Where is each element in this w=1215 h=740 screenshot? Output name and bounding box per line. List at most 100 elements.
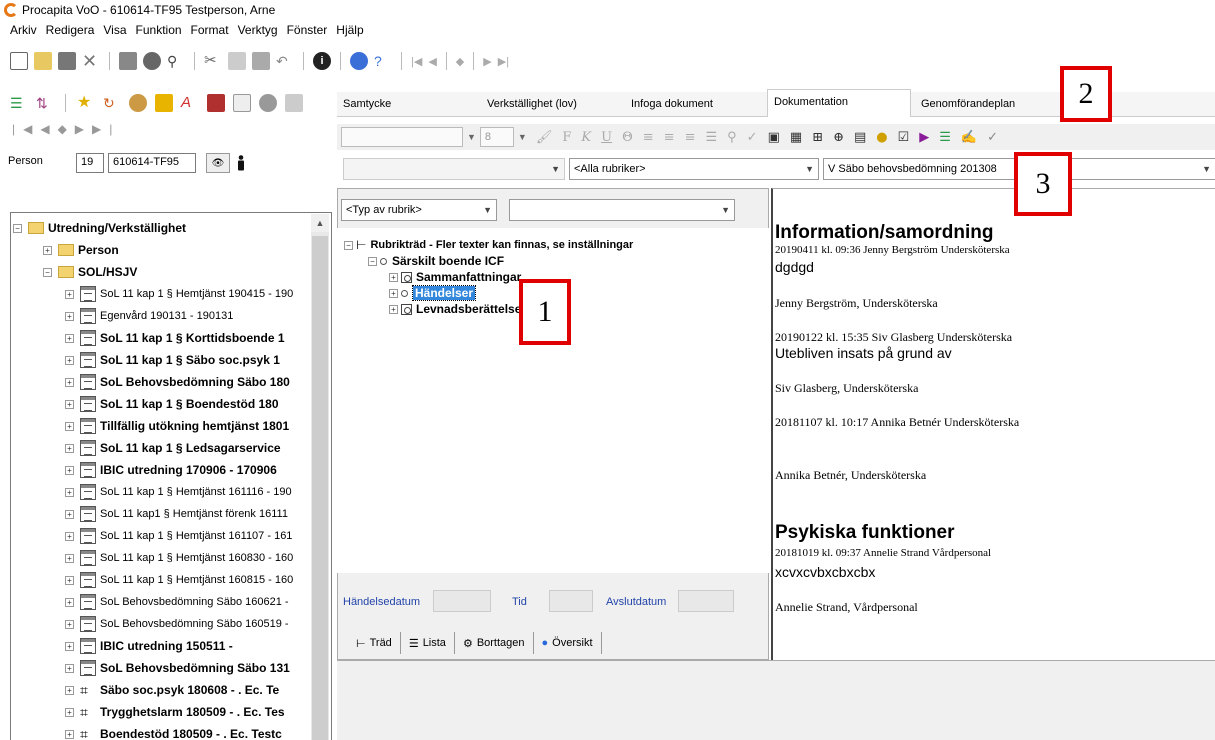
tree-item[interactable]: + Tillfällig utökning hemtjänst 1801 bbox=[65, 415, 289, 437]
delete-icon[interactable]: ✕ bbox=[82, 52, 100, 70]
info-icon[interactable]: i bbox=[313, 52, 331, 70]
menu-visa[interactable]: Visa bbox=[103, 23, 126, 37]
collapse-icon[interactable]: − bbox=[344, 240, 353, 250]
add-row-icon[interactable]: ☰ bbox=[939, 130, 951, 145]
tree-item[interactable]: + SoL 11 kap 1 § Hemtjänst 161116 - 190 bbox=[65, 481, 292, 503]
scroll-up-icon[interactable]: ▲ bbox=[311, 214, 329, 232]
menu-verktyg[interactable]: Verktyg bbox=[238, 23, 278, 37]
tree-person[interactable]: + Person bbox=[43, 239, 119, 261]
cut-icon[interactable]: ✂ bbox=[204, 52, 222, 70]
collapse-icon[interactable]: − bbox=[13, 223, 22, 233]
add-list-icon[interactable]: ☰ bbox=[10, 94, 28, 112]
tab-genomforandeplan[interactable]: Genomförandeplan bbox=[915, 92, 1055, 117]
tab-samtycke[interactable]: Samtycke bbox=[337, 92, 477, 117]
next-record-icon[interactable]: ▶ bbox=[483, 55, 491, 68]
menu-arkiv[interactable]: Arkiv bbox=[10, 23, 37, 37]
expand-icon[interactable]: + bbox=[65, 289, 74, 299]
first-record-icon[interactable]: |◀ bbox=[411, 55, 422, 68]
new-document-icon[interactable] bbox=[10, 52, 28, 70]
tree-item[interactable]: + SoL Behovsbedömning Säbo 131 bbox=[65, 657, 290, 679]
end-date-field[interactable] bbox=[678, 590, 734, 612]
tree-item[interactable]: + ⌗ Säbo soc.psyk 180608 - . Ec. Te bbox=[65, 679, 279, 701]
tree-item[interactable]: + ⌗ Boendestöd 180509 - . Ec. Testc bbox=[65, 723, 282, 740]
expand-icon[interactable]: + bbox=[65, 729, 74, 739]
tree-item[interactable]: + SoL Behovsbedömning Säbo 160621 - bbox=[65, 591, 289, 613]
tree-item[interactable]: + ⌗ Trygghetslarm 180509 - . Ec. Tes bbox=[65, 701, 285, 723]
view-person-button[interactable]: 👁 bbox=[206, 153, 230, 173]
tree-item[interactable]: + SoL Behovsbedömning Säbo 180 bbox=[65, 371, 290, 393]
tree-root[interactable]: − Utredning/Verkställighet bbox=[13, 217, 186, 239]
rubric-child-handelser[interactable]: + Händelser bbox=[389, 285, 477, 301]
align-center-icon[interactable]: ≡ bbox=[664, 130, 675, 145]
expand-icon[interactable]: + bbox=[65, 619, 74, 629]
font-family-select[interactable] bbox=[341, 127, 463, 147]
find-icon[interactable]: ⚲ bbox=[727, 130, 737, 145]
menu-hjalp[interactable]: Hjälp bbox=[336, 23, 363, 37]
expand-icon[interactable]: + bbox=[65, 443, 74, 453]
tab-lista[interactable]: ☰ Lista bbox=[401, 632, 455, 654]
time-field[interactable] bbox=[549, 590, 593, 612]
rubric-child-levnadsberattelse[interactable]: + Levnadsberättelse bbox=[389, 302, 521, 316]
insert-image-icon[interactable]: ▣ bbox=[768, 130, 780, 145]
current-record-icon[interactable]: ◆ bbox=[456, 55, 464, 68]
expand-icon[interactable]: + bbox=[65, 355, 74, 365]
spellcheck-icon[interactable]: ✓ bbox=[747, 130, 758, 145]
expand-icon[interactable]: + bbox=[65, 509, 74, 519]
align-left-icon[interactable]: ≡ bbox=[643, 130, 654, 145]
tab-verkstallighet[interactable]: Verkställighet (lov) bbox=[481, 92, 621, 117]
help-icon[interactable] bbox=[350, 52, 368, 70]
tree-item[interactable]: + SoL 11 kap 1 § Ledsagarservice bbox=[65, 437, 281, 459]
expand-icon[interactable]: + bbox=[65, 377, 74, 387]
expand-icon[interactable]: + bbox=[65, 487, 74, 497]
tree-item[interactable]: + SoL 11 kap 1 § Hemtjänst 190415 - 190 bbox=[65, 283, 293, 305]
chevron-down-icon[interactable]: ▼ bbox=[467, 132, 476, 142]
bullet-list-icon[interactable]: ☰ bbox=[705, 130, 717, 145]
tree-item[interactable]: + Egenvård 190131 - 190131 bbox=[65, 305, 233, 327]
italic-button[interactable]: K bbox=[581, 130, 591, 145]
print-icon[interactable] bbox=[119, 52, 137, 70]
expand-icon[interactable]: + bbox=[65, 641, 74, 651]
tree-item[interactable]: + IBIC utredning 150511 - bbox=[65, 635, 233, 657]
rubric-subtype-select[interactable]: ▼ bbox=[509, 199, 735, 221]
expand-icon[interactable]: + bbox=[65, 553, 74, 563]
person-id-field[interactable]: 610614-TF95 bbox=[108, 153, 196, 173]
chart-icon[interactable] bbox=[259, 94, 277, 112]
tree-item[interactable]: + IBIC utredning 170906 - 170906 bbox=[65, 459, 277, 481]
tree-item[interactable]: + SoL 11 kap 1 § Boendestöd 180 bbox=[65, 393, 279, 415]
bold-button[interactable]: F bbox=[562, 130, 571, 145]
font-size-select[interactable]: 8 bbox=[479, 127, 514, 147]
tree-item[interactable]: + SoL Behovsbedömning Säbo 160519 - bbox=[65, 613, 289, 635]
last-record-icon[interactable]: ▶| bbox=[498, 55, 509, 68]
menu-format[interactable]: Format bbox=[191, 23, 229, 37]
mail-icon[interactable] bbox=[155, 94, 173, 112]
collapse-icon[interactable]: − bbox=[43, 267, 52, 277]
left-scrollbar-thumb[interactable] bbox=[312, 236, 328, 740]
graph-icon[interactable] bbox=[285, 94, 303, 112]
expand-icon[interactable]: + bbox=[65, 575, 74, 585]
traffic-light-icon[interactable]: ● bbox=[876, 130, 887, 145]
expand-icon[interactable]: + bbox=[65, 597, 74, 607]
expand-icon[interactable]: + bbox=[65, 685, 74, 695]
tab-trad[interactable]: ⊢ Träd bbox=[342, 632, 401, 654]
context-help-icon[interactable]: ? bbox=[374, 52, 392, 70]
event-date-field[interactable] bbox=[433, 590, 491, 612]
note-icon[interactable] bbox=[129, 94, 147, 112]
tree-item[interactable]: + SoL 11 kap 1 § Korttidsboende 1 bbox=[65, 327, 285, 349]
color-icon[interactable]: 🖌 bbox=[536, 130, 553, 145]
save-icon[interactable] bbox=[58, 52, 76, 70]
expand-icon[interactable]: + bbox=[65, 333, 74, 343]
rubric-tree-root[interactable]: − ⊢ Rubrikträd - Fler texter kan finnas,… bbox=[344, 238, 633, 252]
tree-structure-icon[interactable]: ⊞ bbox=[812, 130, 823, 145]
expand-icon[interactable]: + bbox=[43, 245, 52, 255]
tab-dokumentation[interactable]: Dokumentation bbox=[767, 89, 911, 117]
strikethrough-button[interactable]: Θ bbox=[622, 130, 633, 145]
expand-icon[interactable]: + bbox=[65, 465, 74, 475]
search-icon[interactable]: ⚲ bbox=[167, 52, 185, 70]
favorite-star-icon[interactable]: ★ bbox=[77, 94, 95, 112]
tree-item[interactable]: + SoL 11 kap 1 § Hemtjänst 161107 - 161 bbox=[65, 525, 292, 547]
expand-icon[interactable]: + bbox=[389, 272, 398, 282]
report-icon[interactable] bbox=[207, 94, 225, 112]
rubric-type-select[interactable]: <Typ av rubrik> ▼ bbox=[341, 199, 497, 221]
tree-item[interactable]: + SoL 11 kap 1 § Hemtjänst 160830 - 160 bbox=[65, 547, 293, 569]
template-icon[interactable]: ▤ bbox=[854, 130, 866, 145]
